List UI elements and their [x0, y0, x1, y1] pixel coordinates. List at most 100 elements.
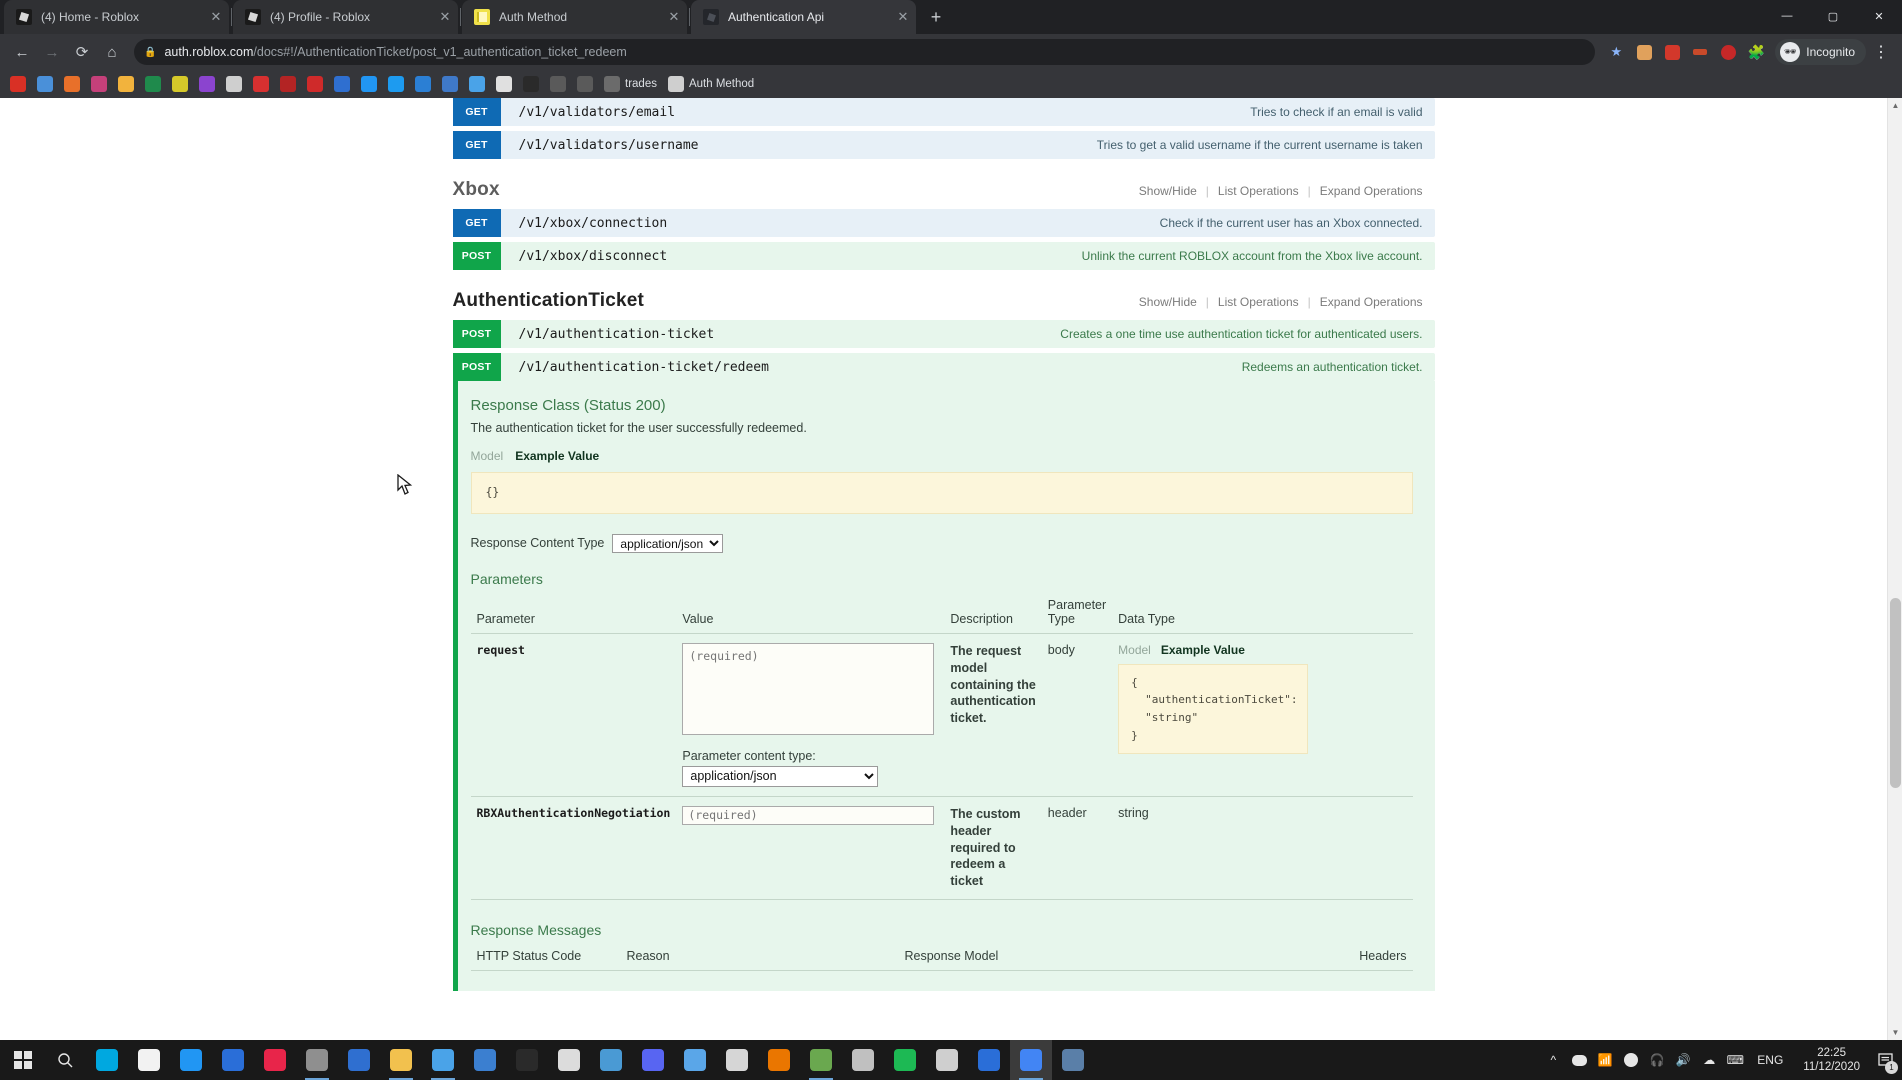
operation-path[interactable]: /v1/authentication-ticket — [501, 327, 1061, 342]
operation-path[interactable]: /v1/xbox/connection — [501, 216, 1160, 231]
paint3d-icon[interactable] — [842, 1040, 884, 1080]
operation-row[interactable]: POST /v1/xbox/disconnect Unlink the curr… — [453, 242, 1435, 270]
extension-2-icon[interactable] — [1659, 39, 1685, 65]
resource-title[interactable]: AuthenticationTicket — [453, 290, 645, 312]
ghost-icon[interactable] — [716, 1040, 758, 1080]
close-icon[interactable]: ✕ — [207, 8, 225, 26]
resource-title[interactable]: Xbox — [453, 179, 500, 201]
browser-tab-1[interactable]: (4) Profile - Roblox ✕ — [233, 0, 458, 34]
folder2-bookmark[interactable] — [546, 74, 570, 94]
opera-gx-icon[interactable] — [296, 1040, 338, 1080]
logitech-icon[interactable] — [86, 1040, 128, 1080]
show-hidden-icons[interactable]: ^ — [1541, 1040, 1565, 1080]
file-explorer-icon[interactable] — [380, 1040, 422, 1080]
settings-gear-icon[interactable] — [548, 1040, 590, 1080]
close-window-button[interactable]: ✕ — [1856, 0, 1902, 32]
parameter-content-type-select[interactable]: application/jsonapplication/xmltext/json… — [682, 766, 878, 787]
address-bar[interactable]: 🔒 auth.roblox.com/docs#!/AuthenticationT… — [134, 39, 1595, 65]
model-tab[interactable]: Model — [471, 449, 504, 463]
chrome-icon[interactable] — [1010, 1040, 1052, 1080]
trades-bookmark[interactable]: trades — [600, 74, 661, 94]
keyboard-icon[interactable]: ⌨ — [1723, 1040, 1747, 1080]
laptop-icon[interactable] — [674, 1040, 716, 1080]
maximize-button[interactable]: ▢ — [1810, 0, 1856, 32]
list-operations-link[interactable]: List Operations — [1218, 295, 1299, 309]
search-icon[interactable] — [44, 1040, 86, 1080]
auth-method-bookmark[interactable]: Auth Method — [664, 74, 758, 94]
link-bookmark[interactable] — [438, 74, 462, 94]
minecraft-icon[interactable] — [800, 1040, 842, 1080]
start-icon[interactable] — [2, 1040, 44, 1080]
twitter-bookmark[interactable] — [384, 74, 408, 94]
show-hide-link[interactable]: Show/Hide — [1139, 295, 1197, 309]
close-icon[interactable]: ✕ — [665, 8, 683, 26]
clock[interactable]: 22:25 11/12/2020 — [1793, 1040, 1870, 1080]
operation-row[interactable]: POST /v1/authentication-ticket Creates a… — [453, 320, 1435, 348]
notifications-icon[interactable]: 1 — [1872, 1040, 1900, 1080]
volume-icon[interactable]: 🔊 — [1671, 1040, 1695, 1080]
operation-path[interactable]: /v1/validators/email — [501, 105, 1251, 120]
language-indicator[interactable]: ENG — [1749, 1053, 1791, 1067]
scroll-down-icon[interactable]: ▼ — [1888, 1025, 1902, 1040]
dark-bookmark[interactable] — [519, 74, 543, 94]
home-icon[interactable]: ⌂ — [98, 38, 126, 66]
roblox-studio-icon[interactable] — [590, 1040, 632, 1080]
operation-row[interactable]: GET /v1/validators/username Tries to get… — [453, 131, 1435, 159]
folder-bookmark[interactable] — [114, 74, 138, 94]
minimize-button[interactable]: — — [1764, 0, 1810, 32]
youtube-bookmark[interactable] — [249, 74, 273, 94]
check-bookmark[interactable] — [330, 74, 354, 94]
browser-tab-0[interactable]: (4) Home - Roblox ✕ — [4, 0, 229, 34]
folder3-bookmark[interactable] — [573, 74, 597, 94]
calculator-icon[interactable] — [128, 1040, 170, 1080]
gmail-bookmark[interactable] — [6, 74, 30, 94]
settings-app-icon[interactable] — [170, 1040, 212, 1080]
close-icon[interactable]: ✕ — [894, 8, 912, 26]
wifi-icon[interactable]: 📶 — [1593, 1040, 1617, 1080]
operation-row[interactable]: GET /v1/validators/email Tries to check … — [453, 98, 1435, 126]
expand-operations-link[interactable]: Expand Operations — [1320, 295, 1423, 309]
puzzle-icon[interactable]: 🧩 — [1743, 39, 1769, 65]
notepad-icon[interactable] — [422, 1040, 464, 1080]
bookmark-star-icon[interactable]: ★ — [1603, 39, 1629, 65]
football-icon[interactable] — [1619, 1040, 1643, 1080]
operation-path[interactable]: /v1/authentication-ticket/redeem — [501, 360, 1242, 375]
scrollbar-thumb[interactable] — [1890, 598, 1901, 788]
extension-1-icon[interactable] — [1631, 39, 1657, 65]
onedrive-icon[interactable]: ☁ — [1697, 1040, 1721, 1080]
scroll-up-icon[interactable]: ▲ — [1888, 98, 1902, 113]
edge-bookmark[interactable] — [411, 74, 435, 94]
new-tab-button[interactable]: + — [922, 3, 950, 31]
sheets-bookmark[interactable] — [141, 74, 165, 94]
firefox-bookmark[interactable] — [60, 74, 84, 94]
close-icon[interactable]: ✕ — [436, 8, 454, 26]
browser-menu-icon[interactable]: ⋮ — [1868, 39, 1894, 65]
blue-bookmark[interactable] — [357, 74, 381, 94]
diamond-bookmark[interactable] — [465, 74, 489, 94]
spotify-icon[interactable] — [884, 1040, 926, 1080]
model-tab[interactable]: Model — [1118, 643, 1151, 657]
netflix-bookmark[interactable] — [276, 74, 300, 94]
site-bookmark[interactable] — [222, 74, 246, 94]
discord-tray-icon[interactable] — [1567, 1040, 1591, 1080]
photos-bookmark[interactable] — [87, 74, 111, 94]
expand-operations-link[interactable]: Expand Operations — [1320, 184, 1423, 198]
drive-bookmark[interactable] — [33, 74, 57, 94]
list-operations-link[interactable]: List Operations — [1218, 184, 1299, 198]
browser-tab-2[interactable]: Auth Method ✕ — [462, 0, 687, 34]
extension-3-icon[interactable] — [1687, 39, 1713, 65]
back-icon[interactable]: ← — [8, 38, 36, 66]
store-icon[interactable] — [464, 1040, 506, 1080]
books-icon[interactable] — [338, 1040, 380, 1080]
avast-icon[interactable] — [254, 1040, 296, 1080]
app-red-icon[interactable] — [1052, 1040, 1094, 1080]
operation-path[interactable]: /v1/validators/username — [501, 138, 1097, 153]
vertical-scrollbar[interactable]: ▲ ▼ — [1887, 98, 1902, 1040]
red-bookmark[interactable] — [303, 74, 327, 94]
browser-tab-3[interactable]: Authentication Api ✕ — [691, 0, 916, 34]
extension-4-icon[interactable] — [1715, 39, 1741, 65]
example-value-tab[interactable]: Example Value — [1161, 643, 1245, 657]
dark-app-icon[interactable] — [506, 1040, 548, 1080]
incognito-indicator[interactable]: 🕶 Incognito — [1775, 39, 1866, 65]
page-bookmark[interactable] — [492, 74, 516, 94]
